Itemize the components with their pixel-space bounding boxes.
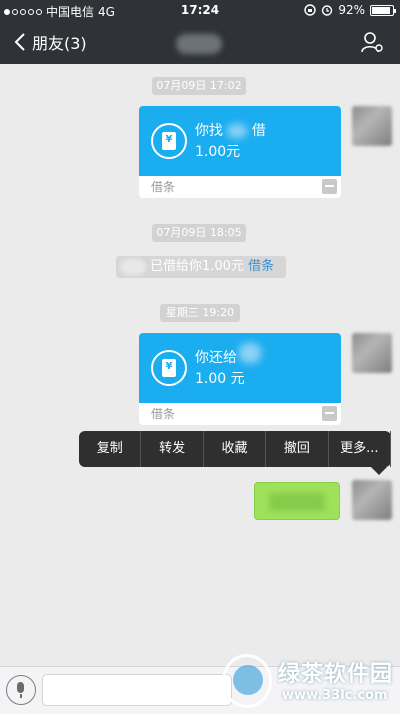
blurred-name [239,343,261,363]
battery-percent: 92% [338,3,365,17]
alipay-icon [322,406,337,421]
status-bar: 中国电信 4G 17:24 92% [0,0,400,20]
chevron-left-icon [14,33,25,51]
loan-card-title: 你找 借 [195,123,266,139]
avatar[interactable] [352,480,392,520]
menu-item-favorite[interactable]: 收藏 [204,431,267,467]
lock-rotation-icon [304,4,317,16]
text-message-bubble[interactable] [254,482,341,520]
system-message: 已借给你1.00元 借条 [116,256,286,278]
timestamp-label: 07月09日 18:05 [152,224,246,242]
repay-card-title: 你还给 [195,350,237,366]
repay-card-footer: 借条 [139,403,341,425]
nav-title-blurred [176,34,222,54]
repay-card-message[interactable]: ¥ 你还给 1.00 元 借条 [139,333,341,425]
system-message-text: 已借给你1.00元 [150,259,244,274]
watermark-logo [222,654,272,708]
battery-icon [370,4,396,16]
context-menu: 复制 转发 收藏 撤回 更多... [79,431,392,475]
menu-item-forward[interactable]: 转发 [141,431,204,467]
menu-item-copy[interactable]: 复制 [79,431,142,467]
timestamp-label: 07月09日 17:02 [152,77,246,95]
iou-icon: ¥ [151,350,187,386]
avatar[interactable] [352,333,392,373]
back-button[interactable]: 朋友(3) [14,30,87,54]
repay-card-amount: 1.00 元 [195,371,245,387]
menu-item-recall[interactable]: 撤回 [266,431,329,467]
watermark-url: www.33lc.com [282,688,388,703]
menu-item-more[interactable]: 更多... [329,431,392,467]
timestamp-label: 星期三 19:20 [160,304,240,322]
nav-bar: 朋友(3) [0,20,400,64]
status-right: 92% [304,3,396,17]
message-input[interactable] [42,674,232,706]
alipay-icon [322,179,337,194]
loan-card-header: ¥ 你找 借 1.00元 [139,106,341,176]
chat-settings-icon[interactable] [360,30,384,54]
iou-icon: ¥ [151,123,187,159]
avatar[interactable] [352,106,392,146]
loan-card-amount: 1.00元 [195,144,241,160]
blurred-name [120,259,146,275]
loan-card-footer: 借条 [139,176,341,198]
watermark-title: 绿茶软件园 [278,662,394,687]
loan-card-message[interactable]: ¥ 你找 借 1.00元 借条 [139,106,341,198]
blurred-text [269,493,325,511]
iou-link[interactable]: 借条 [248,259,274,274]
alarm-icon [322,5,333,16]
watermark: 绿茶软件园 www.33lc.com [222,652,396,712]
microphone-icon[interactable] [6,675,36,705]
repay-card-header: ¥ 你还给 1.00 元 [139,333,341,403]
back-label: 朋友(3) [32,34,87,53]
